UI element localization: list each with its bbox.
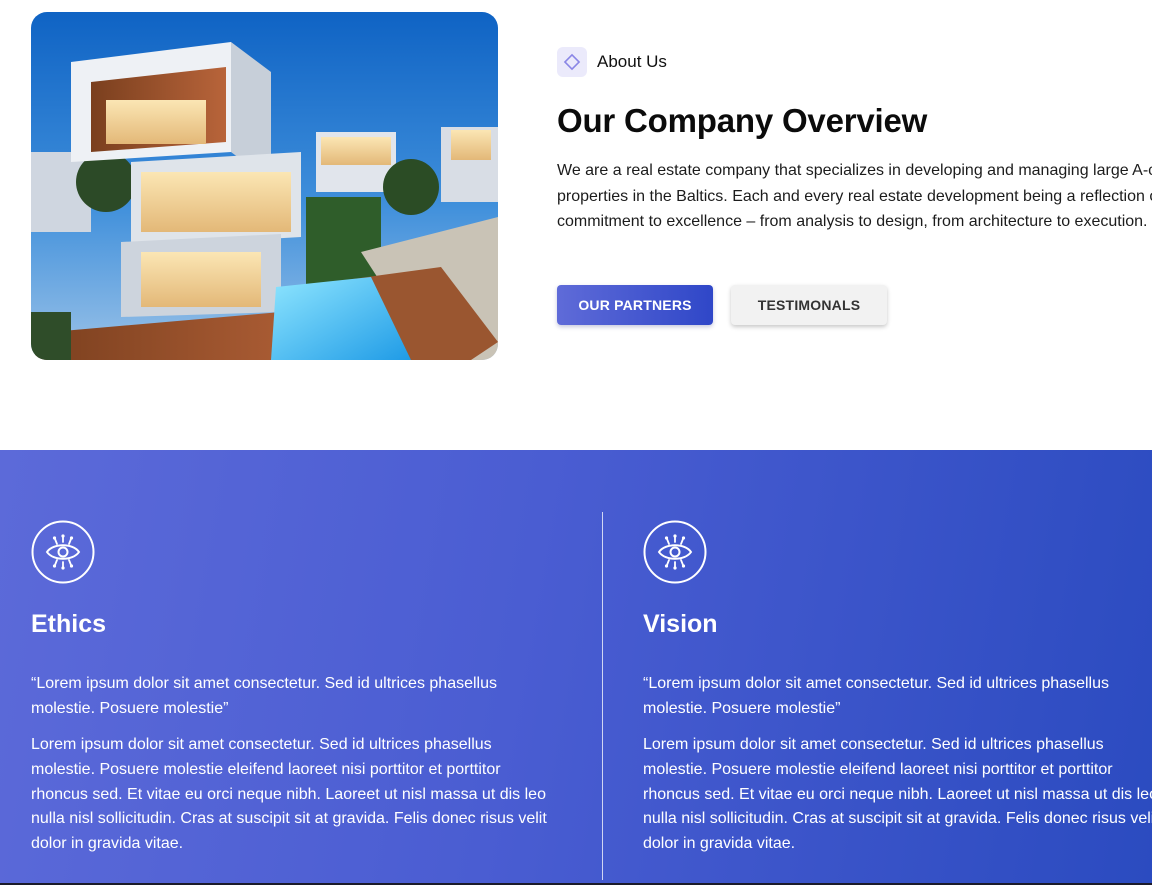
value-body: Lorem ipsum dolor sit amet consectetur. … bbox=[643, 736, 1152, 853]
column-divider bbox=[602, 512, 603, 880]
page-title: Our Company Overview bbox=[557, 102, 928, 139]
about-section: About Us Our Company Overview We are a r… bbox=[0, 0, 1152, 450]
hero-image bbox=[31, 12, 498, 360]
testimonials-button[interactable]: TESTIMONALS bbox=[731, 285, 887, 325]
villa-illustration bbox=[31, 12, 498, 360]
value-title: Ethics bbox=[31, 610, 107, 638]
value-quote: “Lorem ipsum dolor sit amet consectetur.… bbox=[31, 675, 497, 717]
eye-icon bbox=[643, 520, 707, 584]
value-title: Vision bbox=[643, 610, 718, 638]
values-section: Ethics “Lorem ipsum dolor sit amet conse… bbox=[0, 450, 1152, 883]
about-button-group: OUR PARTNERS TESTIMONALS bbox=[557, 285, 887, 325]
value-quote: “Lorem ipsum dolor sit amet consectetur.… bbox=[643, 675, 1109, 717]
our-partners-button[interactable]: OUR PARTNERS bbox=[557, 285, 713, 325]
about-description: We are a real estate company that specia… bbox=[557, 162, 1152, 230]
value-body: Lorem ipsum dolor sit amet consectetur. … bbox=[31, 736, 547, 853]
about-badge-label: About Us bbox=[597, 52, 667, 71]
diamond-icon bbox=[557, 47, 587, 77]
about-badge: About Us bbox=[557, 47, 667, 77]
eye-icon bbox=[31, 520, 95, 584]
